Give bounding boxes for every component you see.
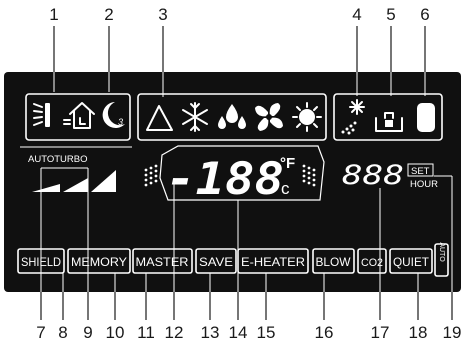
- timer-digits: 888: [342, 160, 404, 191]
- auto-vertical-label: AUTO: [438, 242, 445, 262]
- callout-8: 8: [58, 323, 67, 342]
- autoturbo-label: AUTOTURBO: [28, 154, 87, 165]
- callout-5: 5: [386, 5, 395, 24]
- callout-18: 18: [409, 323, 428, 342]
- master-label: MASTER: [136, 255, 189, 269]
- hour-label: HOUR: [410, 179, 438, 190]
- e-heater-label: E-HEATER: [241, 255, 305, 269]
- save-label: SAVE: [199, 255, 233, 269]
- heat-mode-icon: [292, 102, 322, 132]
- callout-15: 15: [257, 323, 276, 342]
- battery-icon: [417, 103, 435, 132]
- blow-label: BLOW: [316, 255, 352, 269]
- callout-11: 11: [137, 323, 155, 342]
- unit-celsius: c: [281, 179, 290, 198]
- callout-2: 2: [104, 5, 113, 24]
- svg-text:3: 3: [118, 117, 123, 127]
- memory-label: MEMORY: [71, 255, 127, 269]
- callout-13: 13: [201, 323, 220, 342]
- callout-3: 3: [158, 5, 167, 24]
- quiet-label: QUIET: [393, 255, 430, 269]
- callout-14: 14: [229, 323, 248, 342]
- callout-7: 7: [36, 323, 45, 342]
- lcd-diagram: 1 2 3 4 5 6 3 AUTOTURBO -188 °F c 888 SE…: [4, 5, 462, 342]
- callout-9: 9: [83, 323, 92, 342]
- callout-16: 16: [315, 323, 334, 342]
- callout-6: 6: [420, 5, 429, 24]
- set-label: SET: [411, 166, 430, 177]
- callout-1: 1: [49, 5, 58, 24]
- callout-19: 19: [443, 323, 462, 342]
- callout-17: 17: [371, 323, 390, 342]
- unit-fahrenheit: °F: [280, 155, 295, 172]
- callout-10: 10: [106, 323, 125, 342]
- temperature-digits: -188: [166, 154, 284, 205]
- callout-12: 12: [165, 323, 184, 342]
- callout-4: 4: [352, 5, 361, 24]
